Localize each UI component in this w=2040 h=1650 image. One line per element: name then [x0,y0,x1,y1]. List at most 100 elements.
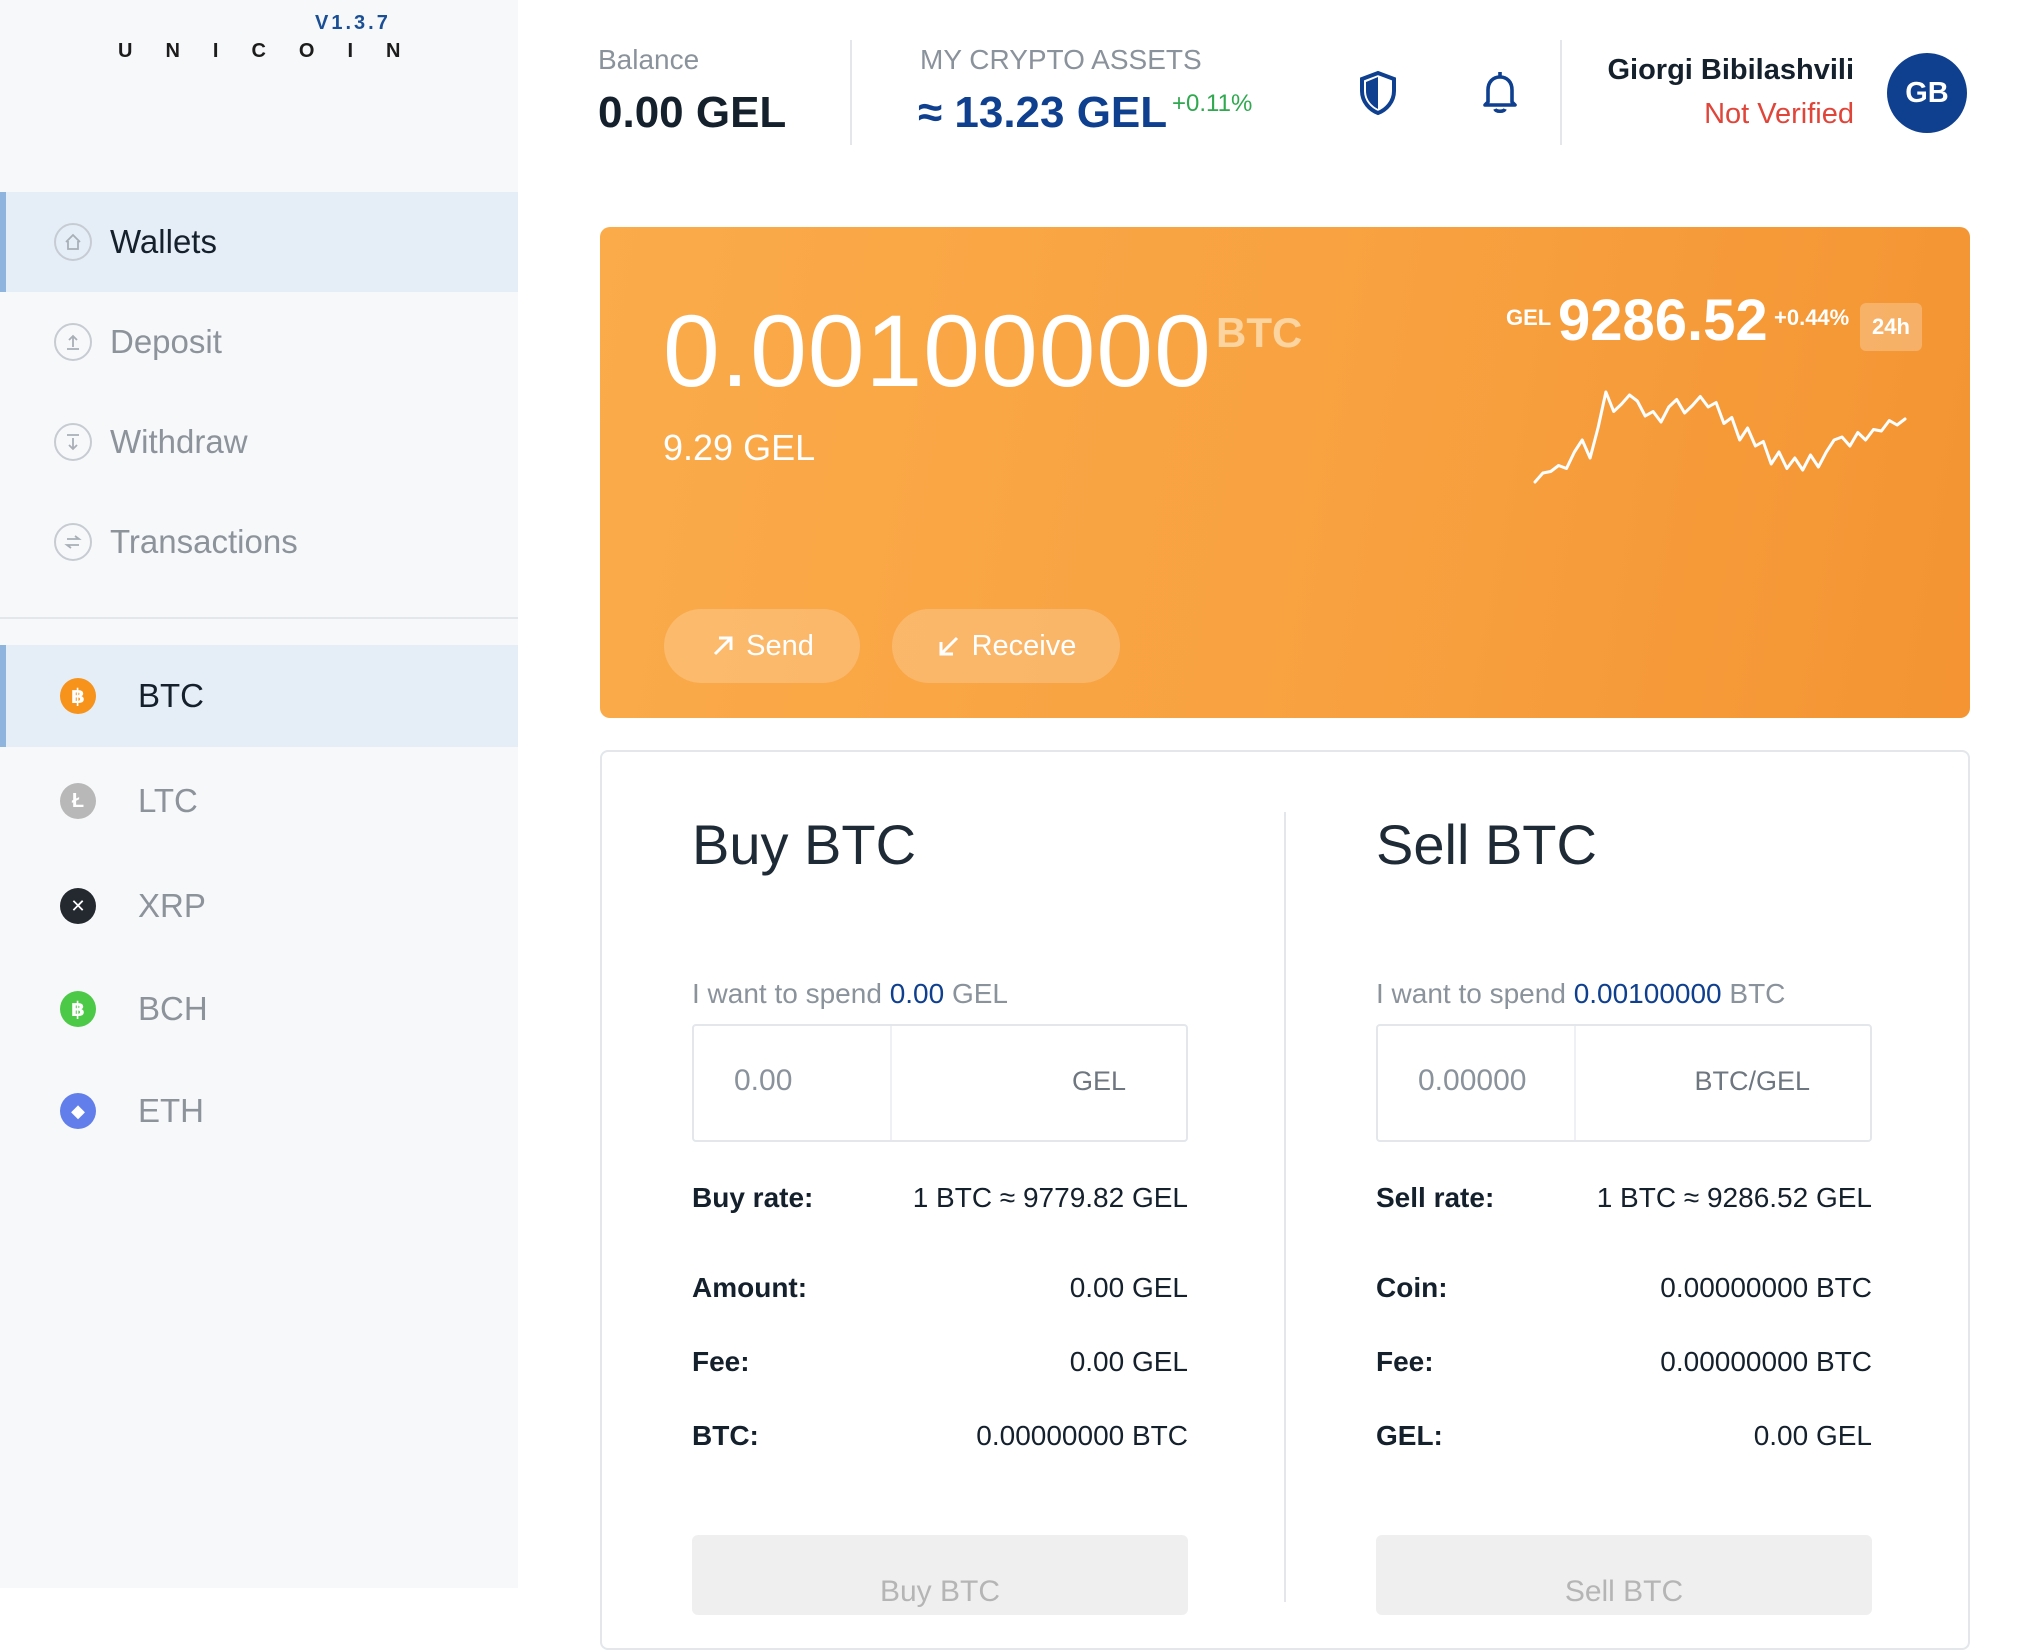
row-value: 0.00 GEL [1753,1420,1872,1451]
sell-amount-unit: BTC/GEL [1694,1066,1810,1096]
buy-amount-row: Amount: 0.00 GEL [692,1272,1188,1312]
sidebar-item-label: Deposit [110,323,222,360]
row-label: Buy rate: [692,1182,814,1213]
sell-spend-text: I want to spend 0.00100000 BTC [1376,978,1785,1010]
wallet-fiat-value: 9.29 GEL [663,427,816,468]
buy-rate-row: Buy rate: 1 BTC ≈ 9779.82 GEL [692,1182,1188,1222]
row-value: 0.00 GEL [1069,1346,1188,1377]
verification-status[interactable]: Not Verified [1704,98,1854,131]
sell-amount-input[interactable]: 0.00000 [1418,1064,1526,1098]
row-label: Amount: [692,1272,808,1303]
coin-label: BCH [138,990,208,1027]
coin-label: LTC [138,782,198,819]
buy-fee-row: Fee: 0.00 GEL [692,1346,1188,1386]
sidebar-item-wallets[interactable]: Wallets [0,192,518,292]
price-change: +0.44% [1774,305,1850,330]
buy-spend-text: I want to spend 0.00 GEL [692,978,1008,1010]
app-logo[interactable]: UNICOIN [118,40,433,63]
sidebar-coin-xrp[interactable]: ✕ XRP [0,855,518,957]
bitcoin-icon: ฿ [60,678,96,714]
ripple-icon: ✕ [60,888,96,924]
shield-icon[interactable] [1358,70,1398,121]
row-label: Fee: [1376,1346,1434,1377]
transfer-icon [54,523,92,561]
row-label: BTC: [692,1420,759,1451]
sell-button[interactable]: Sell BTC [1376,1535,1872,1615]
sell-gel-row: GEL: 0.00 GEL [1376,1420,1872,1460]
row-value: 1 BTC ≈ 9286.52 GEL [1596,1182,1872,1213]
bell-icon[interactable] [1480,70,1520,121]
receive-button[interactable]: Receive [892,609,1120,683]
sidebar-coin-btc[interactable]: ฿ BTC [0,645,518,747]
sparkline-line [1533,390,1907,484]
sell-spend-unit: BTC [1729,978,1786,1009]
balance-value: 0.00 GEL [598,88,787,137]
row-value: 0.00000000 BTC [976,1420,1188,1451]
buy-spend-prefix: I want to spend [692,978,882,1009]
sidebar-item-withdraw[interactable]: Withdraw [0,392,518,492]
wallet-card: 0.00100000 BTC 9.29 GEL GEL 9286.52 +0.4… [600,227,1970,718]
buy-spend-amount[interactable]: 0.00 [890,978,945,1009]
period-badge[interactable]: 24h [1860,303,1922,351]
row-label: Fee: [692,1346,750,1377]
sidebar: V1.3.7 UNICOIN Wallets Deposit Withdraw … [0,0,518,1588]
coin-label: ETH [138,1092,204,1129]
balance-label: Balance [598,44,700,75]
sell-coin-row: Coin: 0.00000000 BTC [1376,1272,1872,1312]
wallet-unit: BTC [1216,309,1303,356]
send-button[interactable]: Send [664,609,860,683]
sell-fee-row: Fee: 0.00000000 BTC [1376,1346,1872,1386]
arrow-down-left-icon [939,636,958,656]
buy-spend-unit: GEL [951,978,1008,1009]
sell-spend-amount[interactable]: 0.00100000 [1574,978,1722,1009]
wallet-amount: 0.00100000 [663,294,1212,408]
row-value: 0.00 GEL [1069,1272,1188,1303]
send-label: Send [746,629,814,662]
arrow-up-right-icon [714,636,733,656]
sell-title: Sell BTC [1376,813,1597,876]
assets-label: MY CRYPTO ASSETS [920,44,1202,75]
coin-label: XRP [138,887,206,924]
coin-label: BTC [138,677,204,714]
sidebar-coin-eth[interactable]: ◆ ETH [0,1060,518,1162]
field-divider [1574,1026,1576,1140]
ethereum-icon: ◆ [60,1093,96,1129]
row-label: GEL: [1376,1420,1443,1451]
row-value: 1 BTC ≈ 9779.82 GEL [912,1182,1188,1213]
receive-label: Receive [971,629,1077,662]
sidebar-divider [0,617,518,619]
assets-value: ≈ 13.23 GEL [918,88,1168,137]
price-currency: GEL [1506,305,1552,330]
header-divider [850,40,852,145]
assets-change: +0.11% [1172,90,1253,117]
user-name: Giorgi Bibilashvili [1607,54,1854,86]
buy-amount-input[interactable]: 0.00 [734,1064,792,1098]
buy-btc-row: BTC: 0.00000000 BTC [692,1420,1188,1460]
bitcoin-cash-icon: ฿ [60,991,96,1027]
field-divider [890,1026,892,1140]
row-value: 0.00000000 BTC [1660,1346,1872,1377]
app-version: V1.3.7 [315,12,391,34]
sidebar-item-label: Wallets [110,223,217,260]
buy-amount-field[interactable]: 0.00 GEL [692,1024,1188,1142]
trade-panel-divider [1284,812,1286,1602]
row-label: Sell rate: [1376,1182,1495,1213]
home-icon [54,223,92,261]
buy-button[interactable]: Buy BTC [692,1535,1188,1615]
avatar[interactable]: GB [1887,53,1967,133]
sidebar-item-label: Transactions [110,523,298,560]
sidebar-coin-ltc[interactable]: Ł LTC [0,750,518,852]
sidebar-item-label: Withdraw [110,423,248,460]
sell-spend-prefix: I want to spend [1376,978,1566,1009]
row-label: Coin: [1376,1272,1448,1303]
litecoin-icon: Ł [60,783,96,819]
upload-icon [54,323,92,361]
sell-rate-row: Sell rate: 1 BTC ≈ 9286.52 GEL [1376,1182,1872,1222]
buy-title: Buy BTC [692,813,917,876]
sidebar-item-deposit[interactable]: Deposit [0,292,518,392]
sidebar-item-transactions[interactable]: Transactions [0,492,518,592]
row-value: 0.00000000 BTC [1660,1272,1872,1303]
sidebar-coin-bch[interactable]: ฿ BCH [0,958,518,1060]
sell-amount-field[interactable]: 0.00000 BTC/GEL [1376,1024,1872,1142]
buy-amount-unit: GEL [1071,1066,1126,1096]
